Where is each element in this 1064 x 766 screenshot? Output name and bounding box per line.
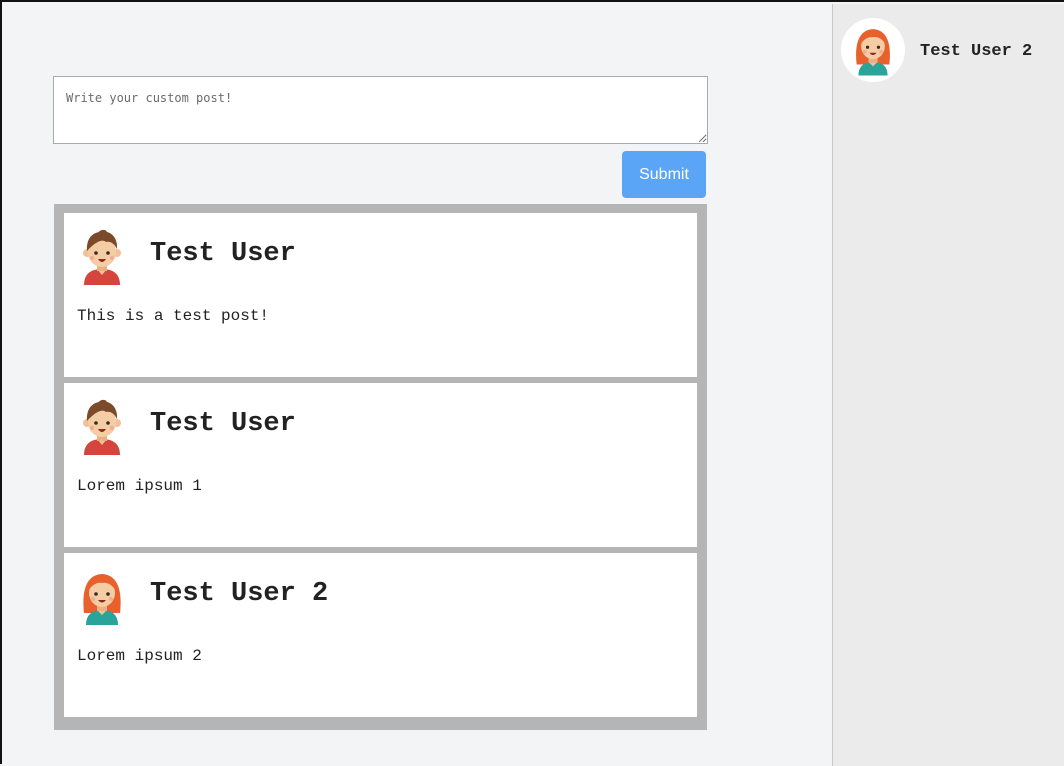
post-card: Test User 2 Lorem ipsum 2 bbox=[64, 553, 697, 717]
user-sidebar: Test User 2 bbox=[832, 4, 1064, 766]
submit-button[interactable]: Submit bbox=[622, 151, 706, 198]
boy-avatar-icon bbox=[80, 229, 124, 285]
post-author: Test User 2 bbox=[150, 579, 329, 609]
post-card: Test User This is a test post! bbox=[64, 213, 697, 377]
app-window: Submit Test User This is a test post! Te… bbox=[0, 0, 1064, 766]
post-feed: Test User This is a test post! Test User… bbox=[54, 204, 707, 730]
sidebar-user-item[interactable]: Test User 2 bbox=[841, 18, 1032, 82]
post-body: This is a test post! bbox=[77, 307, 270, 325]
girl-avatar-icon bbox=[80, 569, 124, 625]
sidebar-user-name: Test User 2 bbox=[920, 42, 1033, 61]
post-body: Lorem ipsum 2 bbox=[77, 647, 202, 665]
girl-avatar-icon bbox=[853, 24, 893, 76]
post-input[interactable] bbox=[53, 76, 708, 144]
post-author: Test User bbox=[150, 239, 296, 269]
post-card: Test User Lorem ipsum 1 bbox=[64, 383, 697, 547]
boy-avatar-icon bbox=[80, 399, 124, 455]
post-author: Test User bbox=[150, 409, 296, 439]
avatar bbox=[841, 18, 905, 82]
post-body: Lorem ipsum 1 bbox=[77, 477, 202, 495]
